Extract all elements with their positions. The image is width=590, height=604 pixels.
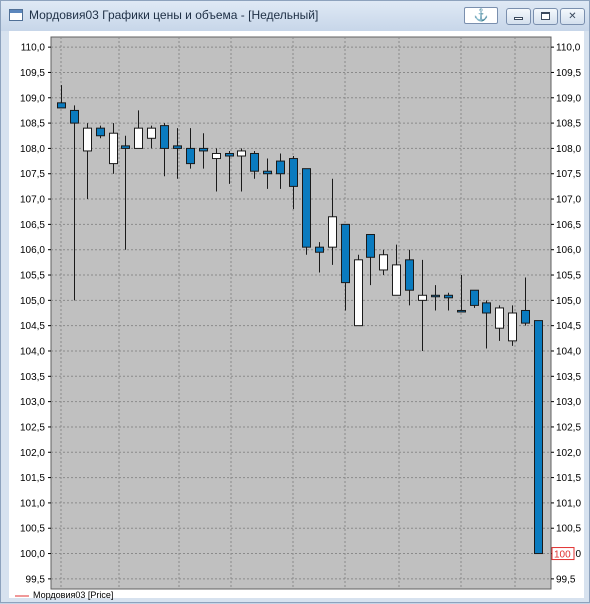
y-tick-label: 106,0 [20,245,45,256]
y-tick-label: 108,0 [20,144,45,155]
candle-body [418,294,427,301]
y-tick-label: 109,0 [20,93,45,104]
candle-body [250,152,259,172]
y-tick-label: 103,0 [20,397,45,408]
y-tick-label: 101,0 [20,498,45,509]
candle-body [225,152,234,157]
y-tick-label: 105,0 [20,296,45,307]
candle-body [366,234,375,258]
y-tick-label: 102,0 [20,448,45,459]
candle-body [83,127,92,152]
candle-body [109,132,118,165]
candle-body [186,147,195,165]
candle [470,289,479,308]
y-tick-label: 106,5 [20,220,45,231]
candle-body [160,125,169,149]
candle-body [521,309,530,324]
y-tick-label: 104,0 [556,346,581,357]
legend-label: Мордовия03 [Price] [33,590,114,600]
y-tick-label: 107,0 [20,195,45,206]
candle [534,320,543,555]
y-tick-label: 104,5 [556,321,581,332]
y-tick-label: 110,0 [21,43,46,54]
candle-body [482,302,491,314]
candle-body [199,147,208,152]
y-tick-label: 100,5 [20,524,45,535]
y-tick-label: 105,5 [556,271,581,282]
candle-body [508,312,517,342]
y-tick-label: 103,0 [556,397,581,408]
y-tick-label: 102,0 [556,448,581,459]
y-tick-label: 107,5 [556,169,581,180]
y-tick-label: 100,0 [20,549,45,560]
candle-body [276,160,285,175]
y-tick-label: 106,5 [556,220,581,231]
y-tick-label: 110,0 [556,43,581,54]
candle-body [354,259,363,327]
candle-body [444,294,453,299]
y-tick-label: 109,5 [20,68,45,79]
y-tick-label: 104,5 [20,321,45,332]
candle-body [96,127,105,137]
y-tick-label: 99,5 [556,574,576,585]
y-tick-label: 107,5 [20,169,45,180]
candle-body [147,127,156,139]
y-tick-label: 103,5 [556,372,581,383]
candle-body [341,223,350,284]
y-tick-label: 102,5 [556,422,581,433]
candle-body [70,109,79,124]
price-chart: 110,0 109,5 109,0 108,5 108,0 107,5 107,0 106,5… [15,36,581,597]
candle-body [263,170,272,175]
candle [302,168,311,255]
y-tick-label: 109,0 [556,93,581,104]
candle-body [534,320,543,555]
y-tick-label: 104,0 [20,346,45,357]
y-tick-label: 108,5 [556,119,581,130]
y-tick-label: 100,5 [556,524,581,535]
y-axis-left: 110,0 109,5 109,0 108,5 108,0 107,5 107,0 106,5… [20,43,51,585]
candle-body [237,150,246,157]
candle-body [392,264,401,296]
plot-background [50,36,552,590]
y-tick-label: 102,5 [20,422,45,433]
candle-body [457,309,466,313]
candle-body [121,145,130,149]
chart-window: Мордовия03 Графики цены и объема - [Неде… [0,0,590,603]
candle [354,254,363,327]
candle-body [431,294,440,298]
y-tick-label: 107,0 [556,195,581,206]
last-price-label: 100 [554,550,571,561]
candle-body [134,127,143,149]
y-tick-label: 101,0 [556,498,581,509]
y-tick-label: 108,5 [20,119,45,130]
y-tick-label: 109,5 [556,68,581,79]
candle-body [302,168,311,248]
candle-body [405,259,414,291]
candle-body [379,254,388,271]
y-tick-label: 103,5 [20,372,45,383]
y-axis-right: 110,0 109,5 109,0 108,5 108,0 107,5 107,0 106,5… [551,43,581,585]
candle-body [495,307,504,329]
last-price-marker: 100 [551,547,575,561]
candle-body [212,152,221,160]
y-tick-label: 108,0 [556,144,581,155]
y-tick-label: 101,5 [20,473,45,484]
candle-body [289,158,298,187]
y-tick-label: 105,5 [20,271,45,282]
candle-body [470,289,479,306]
y-tick-label: 105,0 [556,296,581,307]
candle-body [328,216,337,248]
y-tick-label: 99,5 [26,574,46,585]
candle-body [173,145,182,149]
y-tick-label: 106,0 [556,245,581,256]
candle-body [315,246,324,253]
y-tick-label: 101,5 [556,473,581,484]
candle-body [57,102,66,109]
